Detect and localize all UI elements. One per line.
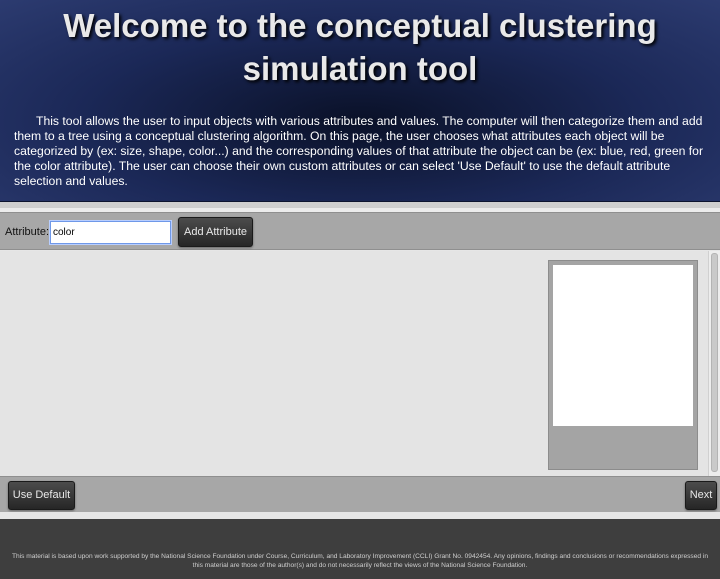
scrollbar-thumb[interactable] [711,253,718,472]
use-default-button[interactable]: Use Default [8,481,75,510]
attribute-label: Attribute: [5,226,50,238]
intro-paragraph: This tool allows the user to input objec… [14,114,703,188]
page-footer: This material is based upon work support… [0,519,720,579]
divider [0,512,720,519]
vertical-scrollbar[interactable] [708,251,720,476]
attribute-input[interactable] [49,220,172,245]
preview-canvas [553,265,693,426]
footer-disclaimer: This material is based upon work support… [11,553,708,569]
preview-panel [548,260,698,470]
page-title: Welcome to the conceptual clustering sim… [63,7,657,87]
add-attribute-button[interactable]: Add Attribute [178,217,253,247]
attribute-toolbar: Attribute: [0,212,720,250]
bottom-toolbar [0,476,720,512]
page-header: Welcome to the conceptual clustering sim… [0,0,720,202]
next-button[interactable]: Next [685,481,717,510]
